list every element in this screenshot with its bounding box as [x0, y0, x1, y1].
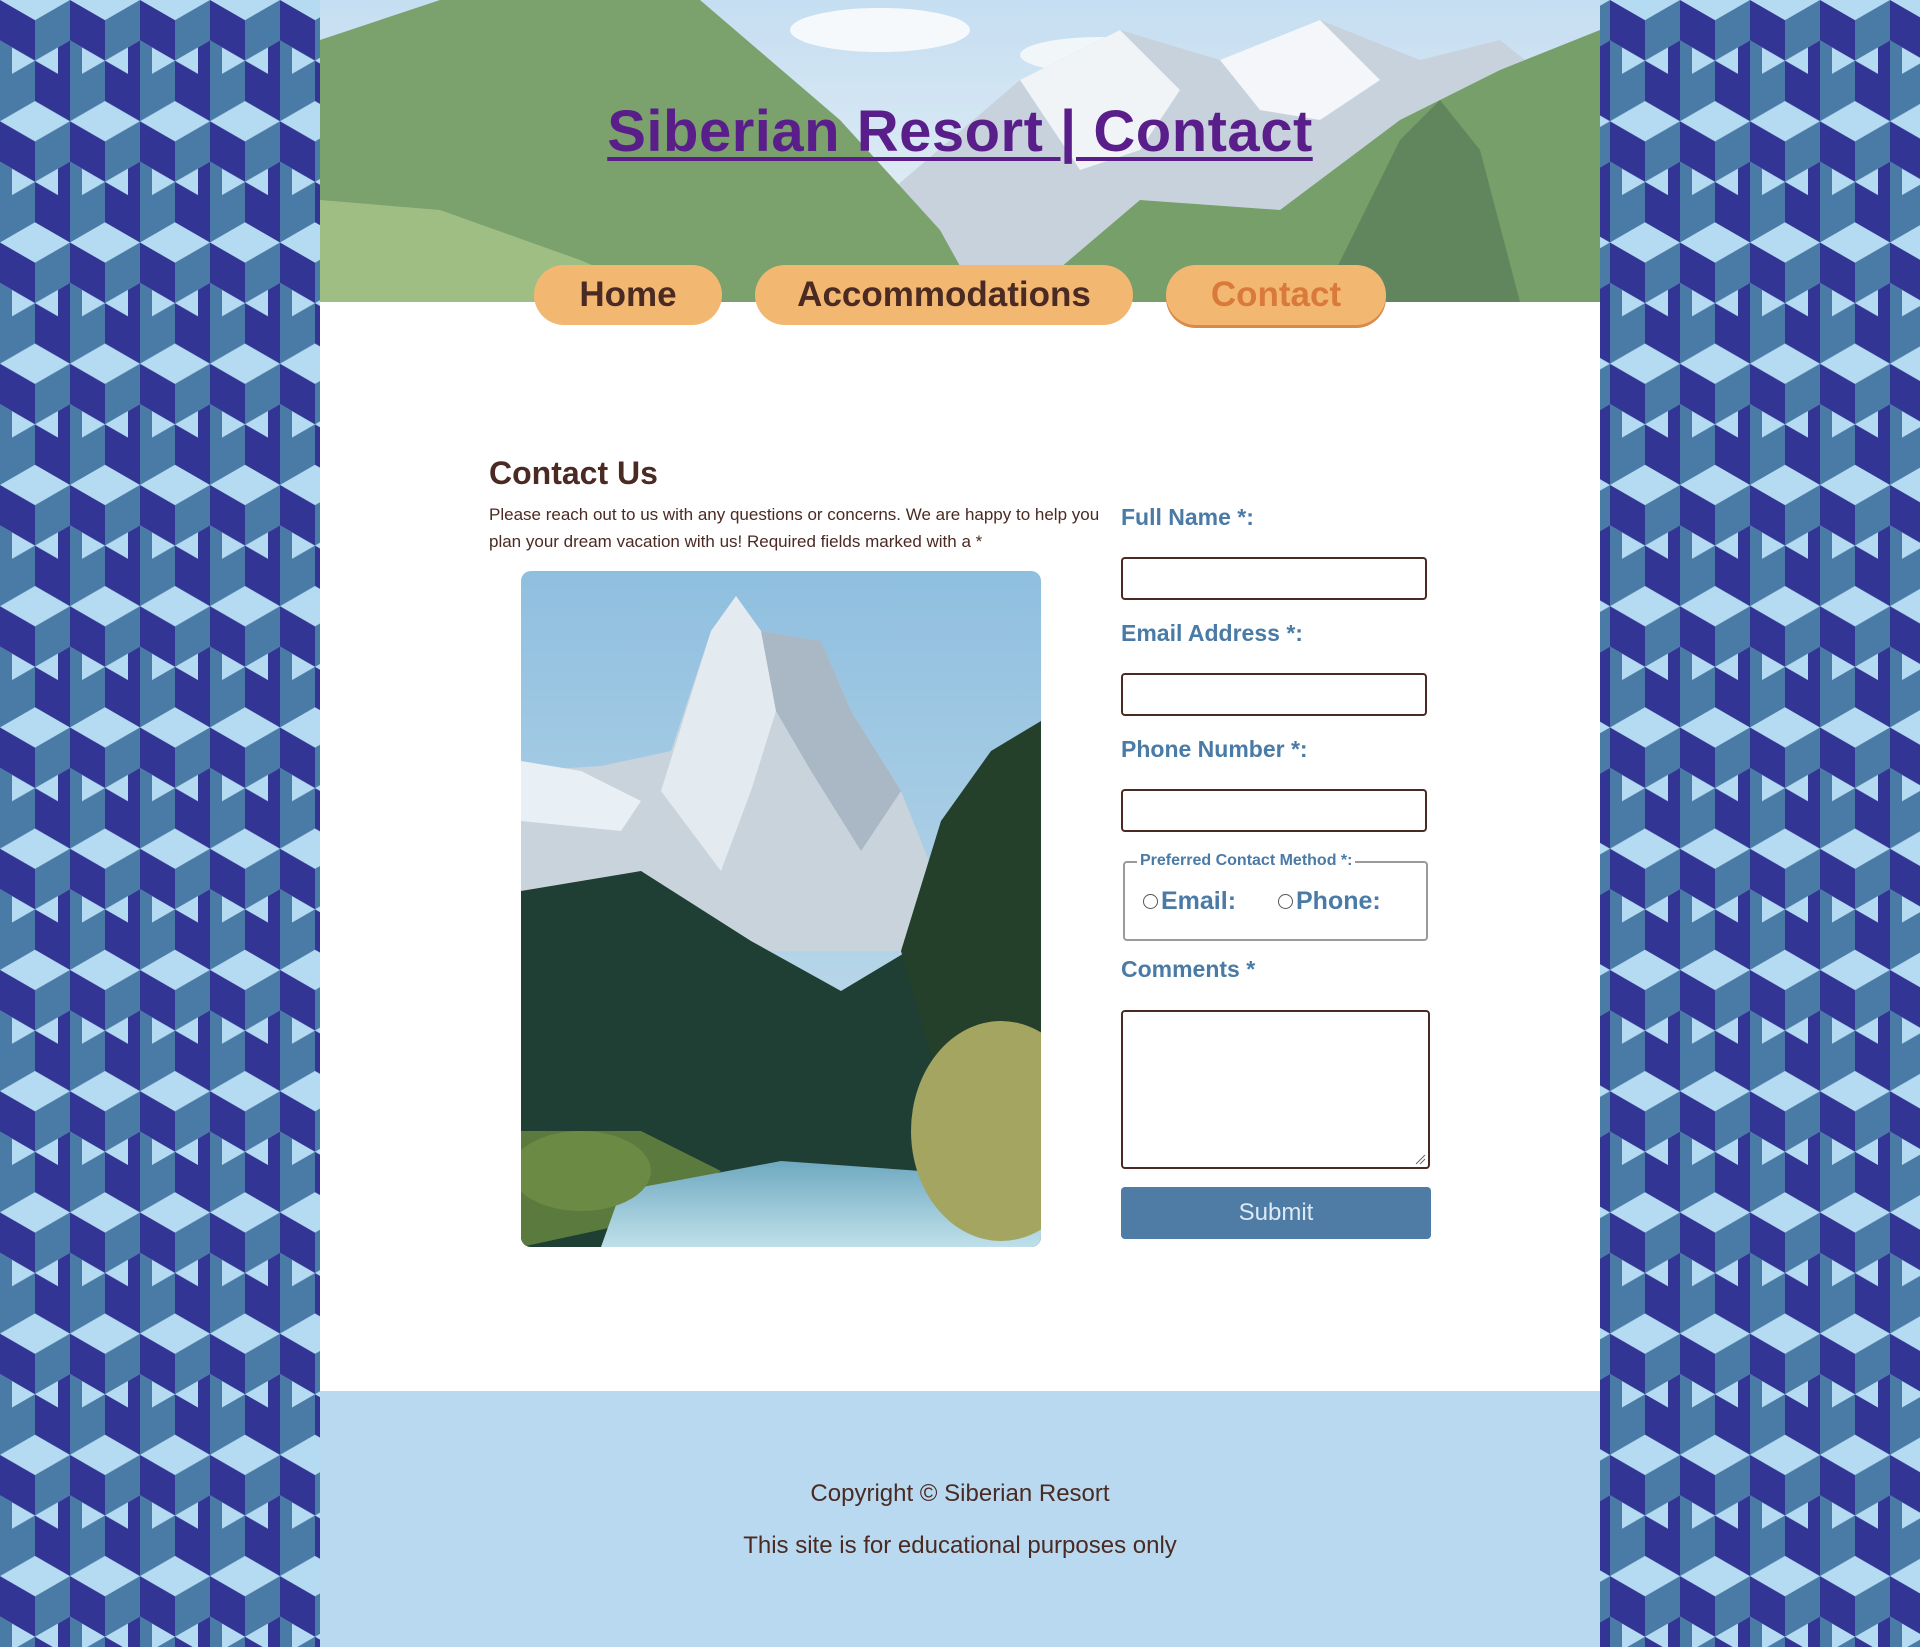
comments-label: Comments *: [1121, 956, 1256, 982]
email-radio-label[interactable]: Email:: [1161, 887, 1236, 916]
footer: Copyright © Siberian Resort This site is…: [320, 1391, 1600, 1647]
footer-copyright: Copyright © Siberian Resort: [810, 1480, 1110, 1507]
full-name-input[interactable]: [1121, 557, 1427, 600]
resize-grip-icon[interactable]: [1414, 1153, 1426, 1165]
comments-textarea[interactable]: [1121, 1010, 1430, 1169]
main-nav: Home Accommodations Contact: [320, 265, 1600, 327]
phone-radio[interactable]: [1278, 894, 1293, 909]
email-address-label: Email Address *:: [1121, 620, 1303, 646]
page-container: Siberian Resort | Contact Home Accommoda…: [320, 0, 1600, 1647]
radio-email-group[interactable]: Email:: [1143, 887, 1236, 916]
contact-method-fieldset: Preferred Contact Method *: Email: Phone…: [1123, 852, 1428, 941]
site-title[interactable]: Siberian Resort | Contact: [320, 98, 1600, 165]
phone-number-label: Phone Number *:: [1121, 736, 1308, 762]
full-name-label: Full Name *:: [1121, 504, 1254, 530]
contact-heading: Contact Us: [489, 455, 658, 491]
nav-home-button[interactable]: Home: [534, 265, 722, 325]
nav-accommodations-button[interactable]: Accommodations: [755, 265, 1133, 325]
phone-number-input[interactable]: [1121, 789, 1427, 832]
nav-contact-button[interactable]: Contact: [1166, 265, 1386, 325]
email-radio[interactable]: [1143, 894, 1158, 909]
submit-button[interactable]: Submit: [1121, 1187, 1431, 1239]
contact-intro-text: Please reach out to us with any question…: [489, 505, 1100, 551]
radio-phone-group[interactable]: Phone:: [1278, 887, 1381, 916]
phone-radio-label[interactable]: Phone:: [1296, 887, 1381, 916]
mountain-river-photo: [521, 571, 1041, 1247]
contact-method-legend: Preferred Contact Method *:: [1137, 852, 1356, 870]
header-banner: Siberian Resort | Contact: [320, 0, 1600, 302]
footer-disclaimer: This site is for educational purposes on…: [743, 1532, 1177, 1559]
email-address-input[interactable]: [1121, 673, 1427, 716]
